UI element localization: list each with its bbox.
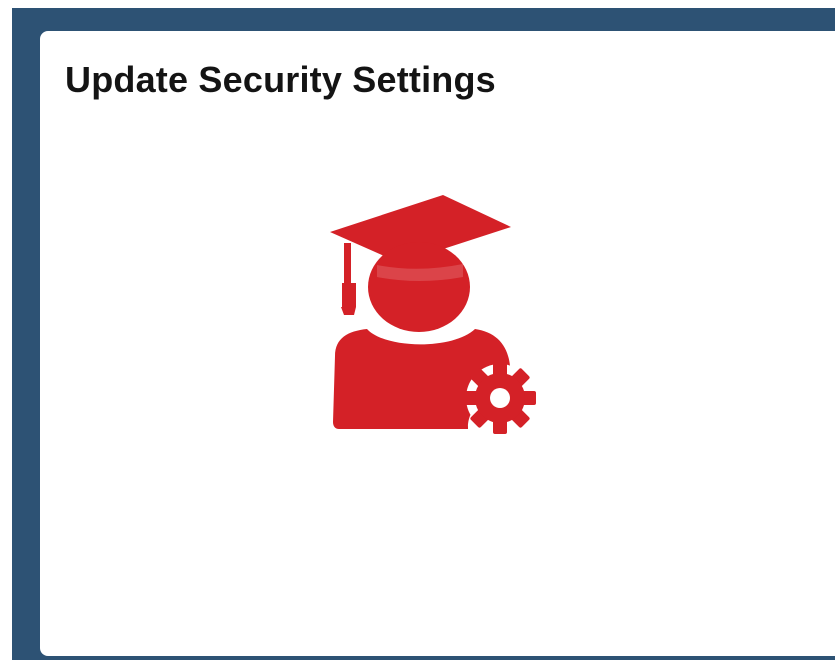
top-edge [0,0,835,8]
tile-title: Update Security Settings [65,59,496,100]
graduate-user-gear-icon [330,195,536,434]
update-security-settings-tile[interactable]: Update Security Settings [40,31,835,656]
left-edge [0,0,12,669]
bottom-edge [0,660,835,669]
app-background: Update Security Settings [0,0,835,669]
